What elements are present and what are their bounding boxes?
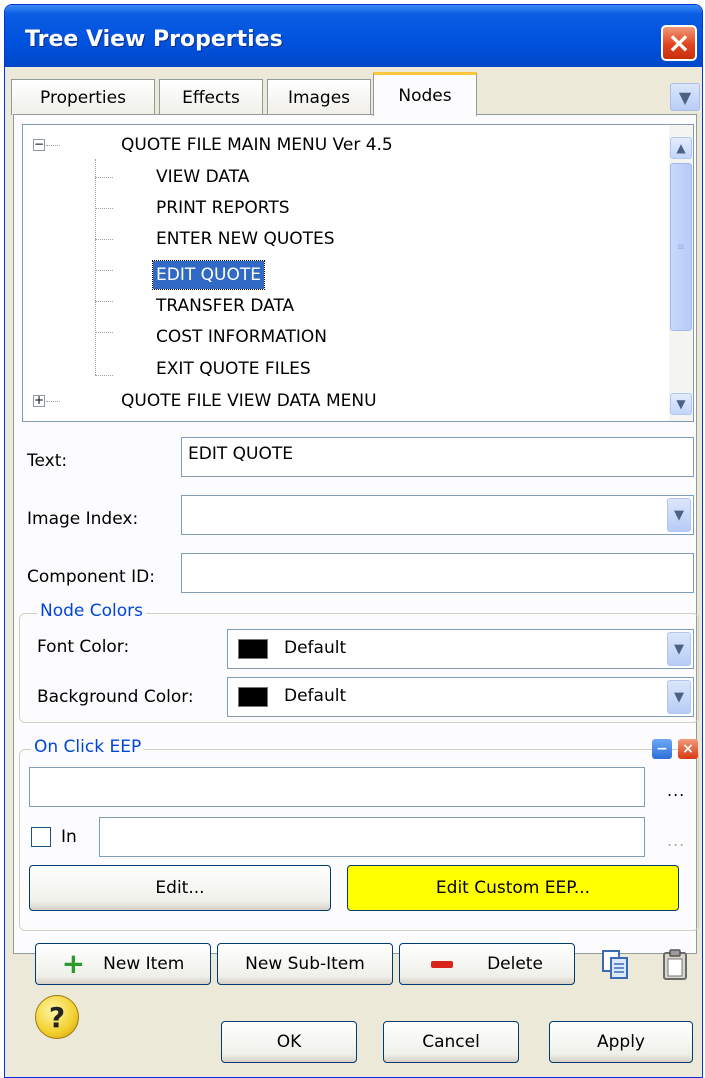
collapse-node-icon[interactable]: − [33,138,45,151]
text-label: Text: [27,451,68,471]
grip-icon: ≡ [676,241,686,253]
tab-scroll-button[interactable]: ▼ [670,83,700,111]
tree-connector [95,239,113,240]
scroll-down-button[interactable]: ▼ [670,393,692,415]
tree-connector [95,208,113,209]
new-item-label: New Item [103,954,185,974]
tree-connector [95,301,113,302]
close-icon: × [667,26,691,59]
in-field[interactable] [99,817,645,857]
background-color-swatch [238,687,268,707]
edit-button[interactable]: Edit... [29,865,331,911]
scroll-up-button[interactable]: ▲ [670,137,692,159]
close-icon: × [682,741,694,757]
tree-node-cost-information[interactable]: COST INFORMATION [153,323,330,351]
text-field[interactable]: EDIT QUOTE [181,437,694,477]
chevron-down-icon: ▼ [674,641,684,657]
browse-in-button: ... [667,831,686,850]
help-icon[interactable]: ? [35,995,79,1039]
cancel-button[interactable]: Cancel [383,1021,519,1063]
expand-node-icon[interactable]: + [33,394,45,407]
browse-eep-button[interactable]: ... [667,781,685,800]
tab-effects[interactable]: Effects [159,79,263,115]
background-color-dropdown-button[interactable]: ▼ [667,680,691,714]
tree-node-transfer-data[interactable]: TRANSFER DATA [153,292,297,320]
new-sub-item-label: New Sub-Item [245,954,365,974]
font-color-label: Font Color: [37,637,130,657]
tree-scrollbar[interactable]: ▲ ≡ ▼ [669,125,693,421]
tree-connector [95,332,113,333]
tree-connector [46,401,60,402]
tree-view-properties-dialog: Tree View Properties × Properties Effect… [4,4,703,1078]
copy-icon[interactable] [601,949,629,981]
chevron-down-icon: ▼ [678,87,692,107]
scroll-thumb[interactable]: ≡ [670,163,692,331]
font-color-swatch [238,639,268,659]
chevron-down-icon: ▼ [676,397,686,411]
tab-label: Effects [182,87,240,108]
image-index-label: Image Index: [27,509,139,529]
tree-node-enter-new-quotes[interactable]: ENTER NEW QUOTES [153,225,338,253]
delete-button[interactable]: Delete [399,943,575,985]
tree-node-exit-quote-files[interactable]: EXIT QUOTE FILES [153,355,314,383]
paste-icon[interactable] [661,949,689,981]
image-index-dropdown-button[interactable]: ▼ [667,498,691,532]
tree-connector [95,270,113,271]
tree-node-print-reports[interactable]: PRINT REPORTS [153,194,293,222]
tab-properties[interactable]: Properties [11,79,155,115]
tree-node-root-view-data-menu[interactable]: QUOTE FILE VIEW DATA MENU [118,387,380,415]
tab-nodes[interactable]: Nodes [373,72,477,116]
tree-connector [46,145,60,146]
in-label: In [61,827,77,847]
tree-connector [95,159,96,375]
tab-label: Nodes [398,85,452,106]
title-bar: Tree View Properties × [5,5,702,67]
minus-icon: − [656,741,668,757]
font-color-select[interactable]: Default ▼ [227,629,694,669]
tab-label: Images [287,87,351,108]
minus-icon [431,960,454,968]
delete-label: Delete [487,954,543,974]
on-click-eep-field[interactable] [29,767,645,807]
background-color-value: Default [284,686,347,706]
component-id-label: Component ID: [27,567,155,587]
tree-node-root-main-menu[interactable]: QUOTE FILE MAIN MENU Ver 4.5 [118,131,396,159]
background-color-select[interactable]: Default ▼ [227,677,694,717]
on-click-eep-title: On Click EEP [31,737,145,757]
component-id-field[interactable] [181,553,694,593]
minimize-group-button[interactable]: − [652,739,672,759]
tab-strip: Properties Effects Images Nodes ▼ [5,69,702,116]
tree-node-view-data[interactable]: VIEW DATA [153,163,252,191]
ok-button[interactable]: OK [221,1021,357,1063]
tab-label: Properties [40,87,126,108]
background-color-label: Background Color: [37,687,194,707]
image-index-select[interactable]: ▼ [181,495,694,535]
font-color-value: Default [284,638,347,658]
tree-view[interactable]: − QUOTE FILE MAIN MENU Ver 4.5 VIEW DATA… [22,124,694,422]
close-button[interactable]: × [661,25,697,61]
plus-icon: + [61,947,86,980]
apply-button[interactable]: Apply [549,1021,693,1063]
remove-group-button[interactable]: × [678,739,698,759]
tree-node-edit-quote[interactable]: EDIT QUOTE [152,260,265,290]
tree-connector [95,177,113,178]
chevron-down-icon: ▼ [674,507,684,523]
chevron-up-icon: ▲ [676,141,686,155]
window-title: Tree View Properties [25,27,283,52]
in-checkbox[interactable] [31,827,51,847]
font-color-dropdown-button[interactable]: ▼ [667,632,691,666]
edit-custom-eep-button[interactable]: Edit Custom EEP... [347,865,679,911]
new-item-button[interactable]: + New Item [35,943,211,985]
chevron-down-icon: ▼ [674,689,684,705]
tab-images[interactable]: Images [267,79,371,115]
tree-connector [95,375,113,376]
new-sub-item-button[interactable]: New Sub-Item [217,943,393,985]
node-colors-title: Node Colors [37,601,147,621]
